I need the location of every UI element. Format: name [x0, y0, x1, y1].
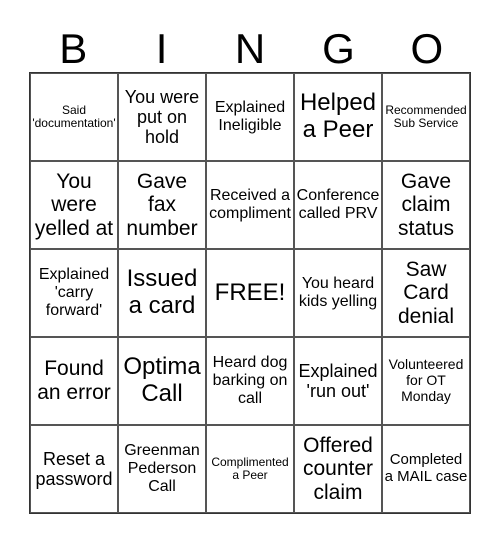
bingo-grid: Said 'documentation' You were put on hol… — [29, 72, 471, 514]
bingo-cell[interactable]: Gave claim status — [382, 161, 470, 249]
header-letter-o: O — [410, 25, 444, 72]
bingo-cell[interactable]: Received a compliment — [206, 161, 294, 249]
bingo-cell[interactable]: Gave fax number — [118, 161, 206, 249]
header-letter-g: G — [322, 25, 355, 72]
bingo-cell[interactable]: Completed a MAIL case — [382, 425, 470, 513]
bingo-cell[interactable]: Explained Ineligible — [206, 73, 294, 161]
bingo-cell[interactable]: Recommended Sub Service — [382, 73, 470, 161]
bingo-cell[interactable]: Heard dog barking on call — [206, 337, 294, 425]
free-space-cell[interactable]: FREE! — [206, 249, 294, 337]
bingo-header: B I N G O — [29, 26, 471, 72]
bingo-cell[interactable]: Explained 'run out' — [294, 337, 382, 425]
bingo-cell[interactable]: You were yelled at — [30, 161, 118, 249]
bingo-cell[interactable]: Conference called PRV — [294, 161, 382, 249]
bingo-cell[interactable]: Greenman Pederson Call — [118, 425, 206, 513]
header-letter-i: I — [155, 25, 168, 72]
bingo-cell[interactable]: Helped a Peer — [294, 73, 382, 161]
header-letter-b: B — [59, 25, 88, 72]
bingo-cell[interactable]: Said 'documentation' — [30, 73, 118, 161]
header-letter-n: N — [234, 25, 266, 72]
bingo-cell[interactable]: Saw Card denial — [382, 249, 470, 337]
bingo-cell[interactable]: Reset a password — [30, 425, 118, 513]
bingo-cell[interactable]: Optima Call — [118, 337, 206, 425]
bingo-cell[interactable]: Explained 'carry forward' — [30, 249, 118, 337]
bingo-cell[interactable]: Offered counter claim — [294, 425, 382, 513]
bingo-cell[interactable]: You heard kids yelling — [294, 249, 382, 337]
bingo-cell[interactable]: Found an error — [30, 337, 118, 425]
bingo-cell[interactable]: Complimented a Peer — [206, 425, 294, 513]
bingo-cell[interactable]: Issued a card — [118, 249, 206, 337]
bingo-cell[interactable]: You were put on hold — [118, 73, 206, 161]
bingo-cell[interactable]: Volunteered for OT Monday — [382, 337, 470, 425]
